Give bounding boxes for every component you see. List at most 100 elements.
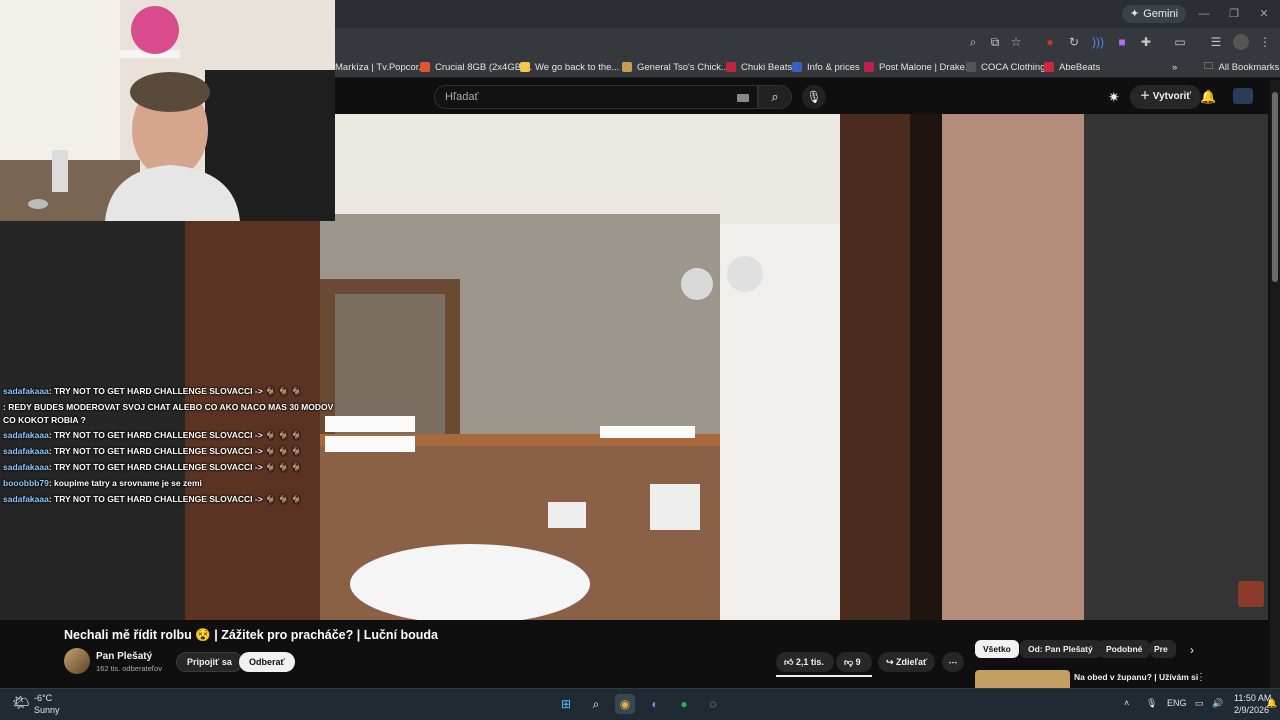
bookmark-item[interactable]: Crucial 8GB (2x4GB)... [420,59,532,75]
minimize-icon[interactable]: — [1196,6,1212,22]
tray-volume-icon[interactable]: 🔊 [1212,698,1223,709]
extension-purple-icon[interactable]: ■ [1114,34,1130,50]
bookmark-item[interactable]: We go back to the... [520,59,619,75]
channel-name[interactable]: Pan Plešatý [96,651,152,662]
webcam-overlay [0,0,335,221]
bookmark-item[interactable]: General Tso's Chick... [622,59,729,75]
spotify-icon[interactable]: ● [674,694,694,714]
bookmark-label: Crucial 8GB (2x4GB)... [435,61,533,73]
search-button[interactable]: ⌕ [758,85,792,109]
extension-red-icon[interactable]: ● [1042,34,1058,50]
bookmark-favicon-icon [520,62,530,72]
bookmark-item[interactable]: Markíza | Tv.Popcor... [320,59,426,75]
more-actions-button[interactable]: ⋯ [942,652,964,672]
chip-for-you[interactable]: Pre [1150,640,1176,658]
chat-username: sadafakaaa [3,462,49,472]
microphone-icon: 🎙 [806,90,822,104]
extension-audio-icon[interactable]: ))) [1090,34,1106,50]
menu-kebab-icon[interactable]: ⋮ [1257,34,1273,50]
bookmark-label: COCA Clothing [981,61,1046,73]
chat-text: : TRY NOT TO GET HARD CHALLENGE SLOVACCI… [48,462,302,472]
chat-message: sadafakaaa: TRY NOT TO GET HARD CHALLENG… [3,430,302,441]
subscriber-count: 162 tis. odberateľov [96,664,162,673]
bookmark-favicon-icon [622,62,632,72]
scrollbar-thumb[interactable] [1272,92,1278,282]
cast-icon[interactable]: ▭ [1172,34,1188,50]
chat-message: CO KOKOT ROBIA ? [3,415,86,425]
chip-from-channel[interactable]: Od: Pan Plešatý [1020,640,1101,658]
webcam-frame [0,0,335,221]
chat-username: sadafakaaa [3,494,49,504]
bookmark-item[interactable]: COCA Clothing [966,59,1045,75]
bookmark-item[interactable]: Post Malone | Drake... [864,59,973,75]
tray-chevron-up-icon[interactable]: ˄ [1124,698,1129,708]
taskbar-search-icon[interactable]: ⌕ [586,694,606,714]
language-indicator[interactable]: ENG [1167,698,1187,708]
thumbs-up-icon: 👍︎ [784,657,796,667]
bookmark-item[interactable]: AbeBeats [1044,59,1100,75]
next-video-menu-icon[interactable]: ⋮ [1196,672,1206,683]
app-icon[interactable]: ◌ [703,694,723,714]
chat-text: : TRY NOT TO GET HARD CHALLENGE SLOVACCI… [48,446,302,456]
account-avatar[interactable] [1233,88,1253,104]
like-ratio-bar [776,675,872,677]
extension-arrow-icon[interactable]: ↻ [1066,34,1082,50]
plus-icon: ＋ [1140,91,1153,102]
tray-mic-icon[interactable]: 🎙 [1146,698,1157,709]
voice-search-button[interactable]: 🎙 [802,85,826,109]
share-icon: ↪ [886,657,897,667]
close-icon[interactable]: ✕ [1256,6,1272,22]
chrome-icon[interactable]: ◉ [615,694,635,714]
reading-list-icon[interactable]: ☰ [1208,34,1224,50]
extensions-puzzle-icon[interactable]: ✚ [1138,34,1154,50]
discord-icon[interactable]: ◐ [645,694,665,714]
bookmark-star-icon[interactable]: ☆ [1008,34,1024,50]
bookmark-favicon-icon [1044,62,1054,72]
dislike-button[interactable]: 👎︎ 9 [836,652,872,672]
chat-text: : TRY NOT TO GET HARD CHALLENGE SLOVACCI… [48,494,302,504]
profile-avatar[interactable] [1233,34,1249,50]
weather-temp[interactable]: -6°C [34,693,52,703]
windows-taskbar [0,688,1280,720]
windows-start-icon[interactable]: ⊞ [556,694,576,714]
channel-watermark-icon[interactable] [1238,581,1264,607]
chevron-right-icon[interactable]: › [1190,643,1194,657]
notification-center-icon[interactable]: 🔔 [1266,698,1277,709]
gemini-icon: ✦ [1130,8,1140,20]
zoom-icon[interactable]: ⌕ [965,34,981,50]
next-video-title[interactable]: Na obed v županu? | Užívám si [1074,672,1198,682]
chat-username: booobbb79 [3,478,49,488]
weather-desc[interactable]: Sunny [34,705,60,715]
folder-icon: 🗀 [1204,61,1214,72]
next-video-thumbnail[interactable] [975,670,1070,688]
clock-date[interactable]: 2/9/2026 [1234,705,1269,715]
restore-icon[interactable]: ❐ [1226,6,1242,22]
all-bookmarks-button[interactable]: 🗀 All Bookmarks [1204,59,1279,75]
install-app-icon[interactable]: ⧉ [987,34,1003,50]
chip-related[interactable]: Podobné [1098,640,1151,658]
join-button[interactable]: Pripojiť sa [176,652,243,672]
create-button[interactable]: ＋ Vytvoriť [1130,85,1202,109]
bookmark-favicon-icon [420,62,430,72]
weather-sun-icon[interactable]: 🌤 [12,694,30,711]
bookmarks-overflow-icon[interactable]: » [1172,59,1177,75]
gemini-button[interactable]: ✦ Gemini [1122,5,1187,23]
bookmark-favicon-icon [966,62,976,72]
chat-message: sadafakaaa: TRY NOT TO GET HARD CHALLENG… [3,494,302,505]
chat-text: : TRY NOT TO GET HARD CHALLENGE SLOVACCI… [48,386,302,396]
channel-avatar[interactable] [64,648,90,674]
subscribe-button[interactable]: Odberať [239,652,295,672]
tray-display-icon[interactable]: ▭ [1195,698,1204,709]
chat-message: booobbb79: koupime tatry a srovname je s… [3,478,202,488]
notifications-bell-icon[interactable]: 🔔 [1200,89,1216,105]
chat-username: sadafakaaa [3,430,49,440]
sparkle-icon[interactable]: ✷ [1108,89,1120,106]
bookmark-item[interactable]: Info & prices [792,59,860,75]
share-button[interactable]: ↪ Zdieľať [878,652,936,672]
like-button[interactable]: 👍︎ 2,1 tis. [776,652,834,672]
keyboard-icon[interactable] [737,94,749,102]
thumbs-down-icon: 👎︎ [844,657,856,667]
chip-all[interactable]: Všetko [975,640,1019,658]
bookmark-item[interactable]: Chuki Beats [726,59,792,75]
search-input[interactable]: Hľadať [434,85,758,109]
